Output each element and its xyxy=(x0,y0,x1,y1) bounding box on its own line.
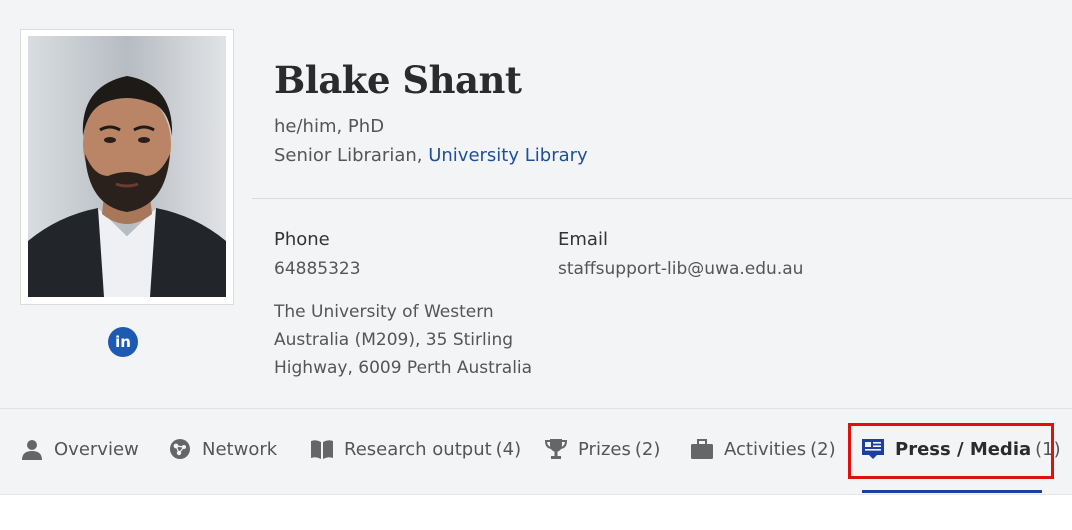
phone-label: Phone xyxy=(274,229,330,250)
profile-photo-frame xyxy=(20,29,234,305)
book-icon xyxy=(310,438,334,460)
tabs-bottom-border xyxy=(0,494,1072,495)
tab-count: (2) xyxy=(634,438,661,460)
tab-activities[interactable]: Activities (2) xyxy=(690,409,836,489)
tab-prizes[interactable]: Prizes (2) xyxy=(544,409,660,489)
tab-label: Prizes xyxy=(578,438,631,460)
tab-network[interactable]: Network xyxy=(168,409,277,489)
divider xyxy=(252,198,1072,199)
tab-research-output[interactable]: Research output (4) xyxy=(310,409,521,489)
profile-photo xyxy=(28,36,226,297)
tab-overview[interactable]: Overview xyxy=(20,409,139,489)
pronouns-degree: he/him, PhD xyxy=(274,116,385,137)
profile-name: Blake Shant xyxy=(274,58,522,102)
tab-label: Network xyxy=(202,438,278,460)
profile-header: in Blake Shant he/him, PhD Senior Librar… xyxy=(0,0,1072,408)
network-icon xyxy=(168,438,192,460)
tab-count: (2) xyxy=(810,438,836,460)
phone-value: 64885323 xyxy=(274,259,361,279)
active-tab-underline xyxy=(862,490,1042,493)
briefcase-icon xyxy=(690,438,714,460)
department-link[interactable]: University Library xyxy=(428,145,587,166)
tab-count: (4) xyxy=(495,438,522,460)
email-link[interactable]: staffsupport-lib@uwa.edu.au xyxy=(558,259,803,279)
tab-label: Activities xyxy=(724,438,807,460)
highlight-box xyxy=(848,423,1054,479)
linkedin-icon[interactable]: in xyxy=(108,327,138,357)
tab-label: Overview xyxy=(54,438,139,460)
address: The University of Western Australia (M20… xyxy=(274,302,533,378)
position: Senior Librarian, University Library xyxy=(274,145,588,166)
position-title: Senior Librarian, xyxy=(274,145,429,166)
email-label: Email xyxy=(558,229,608,250)
tab-label: Research output xyxy=(344,438,492,460)
trophy-icon xyxy=(544,438,568,460)
person-icon xyxy=(20,438,44,460)
